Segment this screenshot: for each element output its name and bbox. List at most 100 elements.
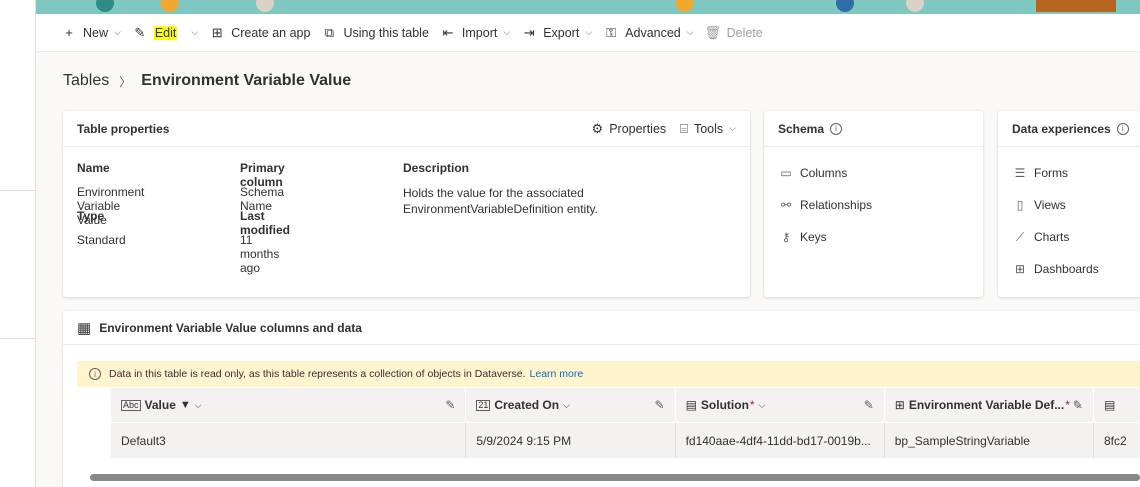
cell-env-var-def[interactable]: bp_SampleStringVariable (884, 422, 1094, 458)
edit-button[interactable]: ✎ Edit ⌵ (133, 22, 198, 44)
schema-header: Schema i (764, 111, 983, 147)
experience-item-label: Dashboards (1034, 262, 1099, 276)
schema-columns-link[interactable]: ▭ Columns (764, 157, 983, 189)
cell-value[interactable]: Default3 (111, 422, 467, 458)
lookup-type-icon: ▤ (685, 398, 697, 412)
pencil-icon: ✎ (134, 24, 146, 40)
property-column: Name Environment Variable Value Type Sta… (77, 161, 144, 257)
forms-link[interactable]: ☰ Forms (998, 157, 1140, 189)
cell-solution[interactable]: fd140aae-4df4-11dd-bd17-0019b... (675, 422, 885, 458)
lookup-type-icon: ▤ (1103, 398, 1116, 412)
banner-decoration (96, 0, 114, 12)
primary-column-label: Primary column (240, 161, 285, 189)
banner-decoration (1036, 0, 1116, 12)
chevron-down-icon: ⌵ (729, 123, 736, 133)
columns-data-title: Environment Variable Value columns and d… (99, 320, 362, 335)
advanced-label: Advanced (625, 25, 681, 40)
table-properties-card: Table properties ⚙ Properties ⌸ Tools ⌵ … (63, 111, 750, 297)
export-button[interactable]: ⇥ Export ⌵ (522, 22, 592, 44)
type-value: Standard (77, 233, 126, 247)
column-header-solution[interactable]: ▤ Solution * ⌵ ✎ (675, 388, 885, 422)
form-icon: ☰ (1014, 166, 1026, 180)
advanced-button[interactable]: ⚿ Advanced ⌵ (604, 22, 693, 44)
banner-decoration (676, 0, 694, 12)
column-header-label: Environment Variable Def... (908, 398, 1065, 412)
view-icon: ▯ (1016, 198, 1024, 212)
data-experiences-header: Data experiences i (998, 111, 1140, 147)
chevron-down-icon: ⌵ (503, 27, 511, 37)
column-header-created-on[interactable]: 21 Created On ⌵ ✎ (466, 388, 676, 422)
required-marker: * (1065, 398, 1070, 412)
delete-label: Delete (726, 25, 763, 40)
cell-next[interactable]: 8fc2 (1093, 422, 1140, 458)
chevron-down-icon[interactable]: ⌵ (191, 27, 198, 38)
edit-pencil-icon[interactable]: ✎ (1073, 398, 1083, 412)
learn-more-link[interactable]: Learn more (530, 368, 584, 380)
create-app-label: Create an app (231, 25, 311, 40)
required-marker: * (749, 398, 755, 412)
banner-decoration (161, 0, 179, 12)
experience-item-label: Forms (1034, 166, 1068, 180)
chevron-down-icon: ⌵ (686, 27, 694, 37)
header-banner (36, 0, 1140, 14)
trash-icon: 🗑 (704, 24, 721, 40)
export-label: Export (543, 25, 580, 40)
page-title: Environment Variable Value (141, 72, 352, 89)
schema-relationships-link[interactable]: ⚯ Relationships (764, 189, 983, 221)
column-header-value[interactable]: Abc Value ▼ ⌵ ✎ (111, 388, 467, 422)
tools-button[interactable]: ⌸ Tools ⌵ (680, 121, 736, 137)
banner-decoration (836, 0, 854, 12)
delete-button[interactable]: 🗑 Delete (704, 22, 763, 44)
description-value: Holds the value for the associated Envir… (403, 186, 598, 216)
edit-pencil-icon[interactable]: ✎ (445, 398, 455, 412)
relationships-icon: ⚯ (780, 198, 792, 212)
new-button[interactable]: + New ⌵ (62, 22, 121, 44)
using-this-table-button[interactable]: ⧉ Using this table (322, 22, 429, 44)
chevron-down-icon: ⌵ (194, 399, 202, 410)
charts-link[interactable]: ⟋ Charts (998, 221, 1140, 253)
table-row[interactable]: Default3 5/9/2024 9:15 PM fd140aae-4df4-… (111, 422, 1140, 458)
horizontal-scrollbar[interactable] (90, 474, 1140, 481)
read-only-notice: i Data in this table is read only, as th… (77, 361, 1140, 387)
properties-button[interactable]: ⚙ Properties (592, 121, 667, 137)
data-experiences-title: Data experiences (1012, 121, 1111, 136)
edit-pencil-icon[interactable]: ✎ (655, 398, 665, 412)
chart-icon: ⟋ (1015, 229, 1025, 244)
breadcrumb: Tables 〉 Environment Variable Value (63, 72, 351, 90)
column-header-label: Value (144, 398, 176, 412)
dashboards-link[interactable]: ⊞ Dashboards (998, 253, 1140, 285)
experience-item-label: Charts (1034, 230, 1070, 244)
schema-keys-link[interactable]: ⚷ Keys (764, 221, 983, 253)
app-grid-icon: ⊞ (211, 24, 223, 40)
edit-pencil-icon[interactable]: ✎ (864, 398, 874, 412)
date-type-icon: 21 (476, 399, 491, 411)
edit-label: Edit (153, 25, 178, 40)
create-app-button[interactable]: ⊞ Create an app (210, 22, 311, 44)
notice-text: Data in this table is read only, as this… (109, 368, 526, 380)
columns-and-data-card: ▦ Environment Variable Value columns and… (63, 311, 1140, 487)
column-header-env-var-def[interactable]: ⊞ Environment Variable Def... * ⌵ ✎ (884, 388, 1094, 422)
column-header-label: Solution (700, 398, 749, 412)
banner-decoration (906, 0, 924, 12)
advanced-icon: ⚿ (606, 24, 617, 40)
schema-item-label: Columns (800, 166, 848, 180)
info-icon[interactable]: i (830, 122, 843, 135)
dashboard-icon: ⊞ (1014, 262, 1026, 276)
data-experiences-list: ☰ Forms ▯ Views ⟋ Charts ⊞ Dashboards (998, 147, 1140, 285)
import-icon: ⇤ (442, 24, 454, 40)
key-icon: ⚷ (781, 230, 791, 244)
columns-data-header: ▦ Environment Variable Value columns and… (63, 311, 1140, 345)
views-link[interactable]: ▯ Views (998, 189, 1140, 221)
column-header-next[interactable]: ▤ (1093, 388, 1140, 422)
name-label: Name (77, 161, 110, 175)
using-table-label: Using this table (343, 25, 429, 40)
table-usage-icon: ⧉ (324, 24, 335, 40)
import-button[interactable]: ⇤ Import ⌵ (441, 22, 510, 44)
info-icon[interactable]: i (1116, 122, 1129, 135)
breadcrumb-tables-link[interactable]: Tables (63, 72, 109, 90)
chevron-down-icon: ⌵ (114, 27, 121, 37)
table-grid-icon: ▦ (77, 319, 92, 337)
cell-created-on[interactable]: 5/9/2024 9:15 PM (466, 422, 676, 458)
experience-item-label: Views (1034, 198, 1066, 212)
property-column: Primary column Schema Name Last modified… (240, 161, 290, 275)
